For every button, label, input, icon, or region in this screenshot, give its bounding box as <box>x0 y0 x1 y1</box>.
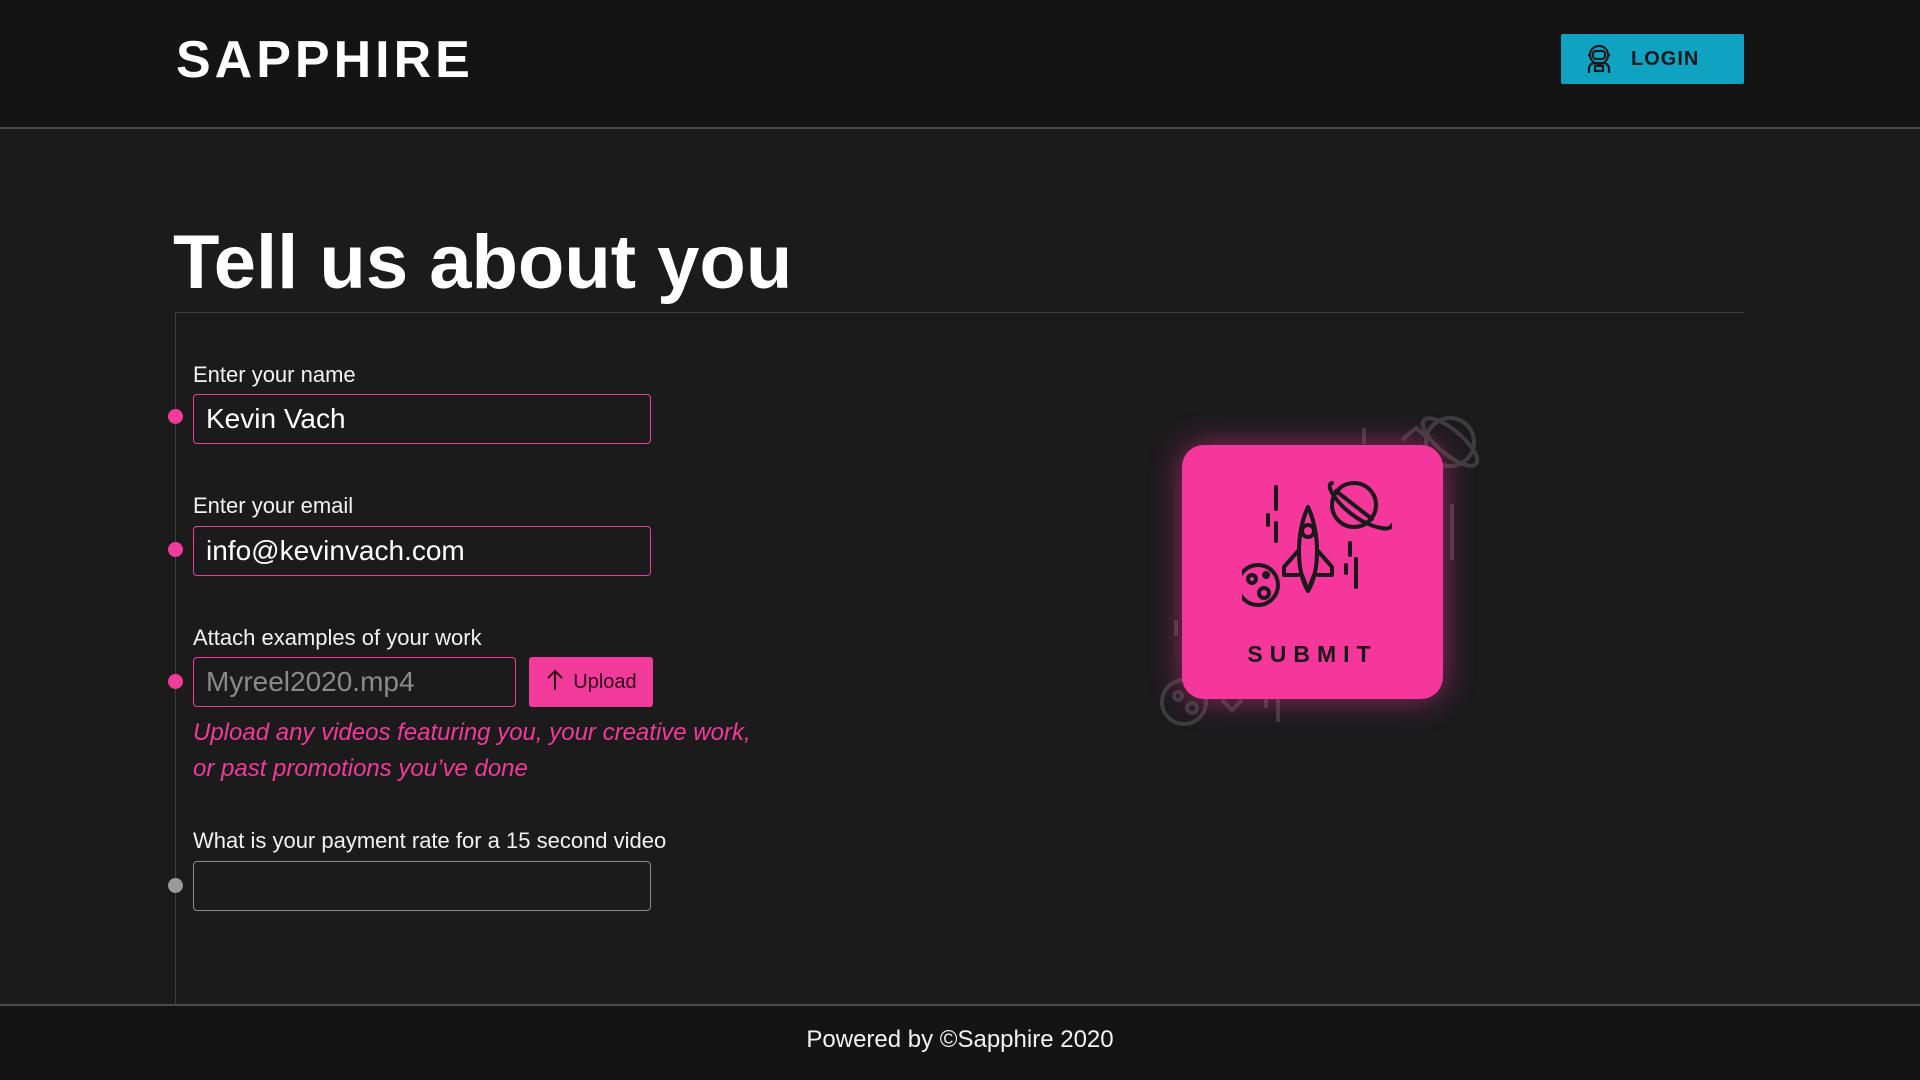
arrow-up-icon <box>545 668 565 696</box>
name-step-dot <box>168 409 183 424</box>
email-input[interactable] <box>193 526 651 576</box>
footer-text: Powered by ©Sapphire 2020 <box>806 1026 1114 1053</box>
email-label: Enter your email <box>193 493 354 518</box>
astronaut-icon <box>1583 43 1615 75</box>
payment-rate-input[interactable] <box>193 861 651 911</box>
name-label: Enter your name <box>193 362 356 387</box>
work-label: Attach examples of your work <box>193 625 482 650</box>
login-label: LOGIN <box>1631 47 1700 70</box>
upload-hint-line-1: Upload any videos featuring you, your cr… <box>193 719 751 746</box>
file-name-input[interactable] <box>193 657 516 707</box>
page-title: Tell us about you <box>173 220 793 305</box>
rate-label: What is your payment rate for a 15 secon… <box>193 828 667 853</box>
submit-label: SUBMIT <box>1247 641 1378 667</box>
upload-hint: Upload any videos featuring you, your cr… <box>193 715 813 787</box>
rocket-icon <box>1242 481 1392 607</box>
footer: Powered by ©Sapphire 2020 <box>0 1004 1920 1080</box>
brand-logo[interactable]: SAPPHIRE <box>176 34 474 86</box>
upload-hint-line-2: or past promotions you’ve done <box>193 755 528 782</box>
upload-button[interactable]: Upload <box>529 657 653 707</box>
title-divider <box>175 312 1744 313</box>
top-nav: SAPPHIRE LOGIN <box>0 0 1920 129</box>
upload-label: Upload <box>573 670 637 693</box>
rate-step-dot <box>168 878 183 893</box>
name-input[interactable] <box>193 394 651 444</box>
submit-button[interactable]: SUBMIT <box>1182 445 1443 699</box>
work-step-dot <box>168 674 183 689</box>
email-step-dot <box>168 542 183 557</box>
login-button[interactable]: LOGIN <box>1561 34 1744 84</box>
